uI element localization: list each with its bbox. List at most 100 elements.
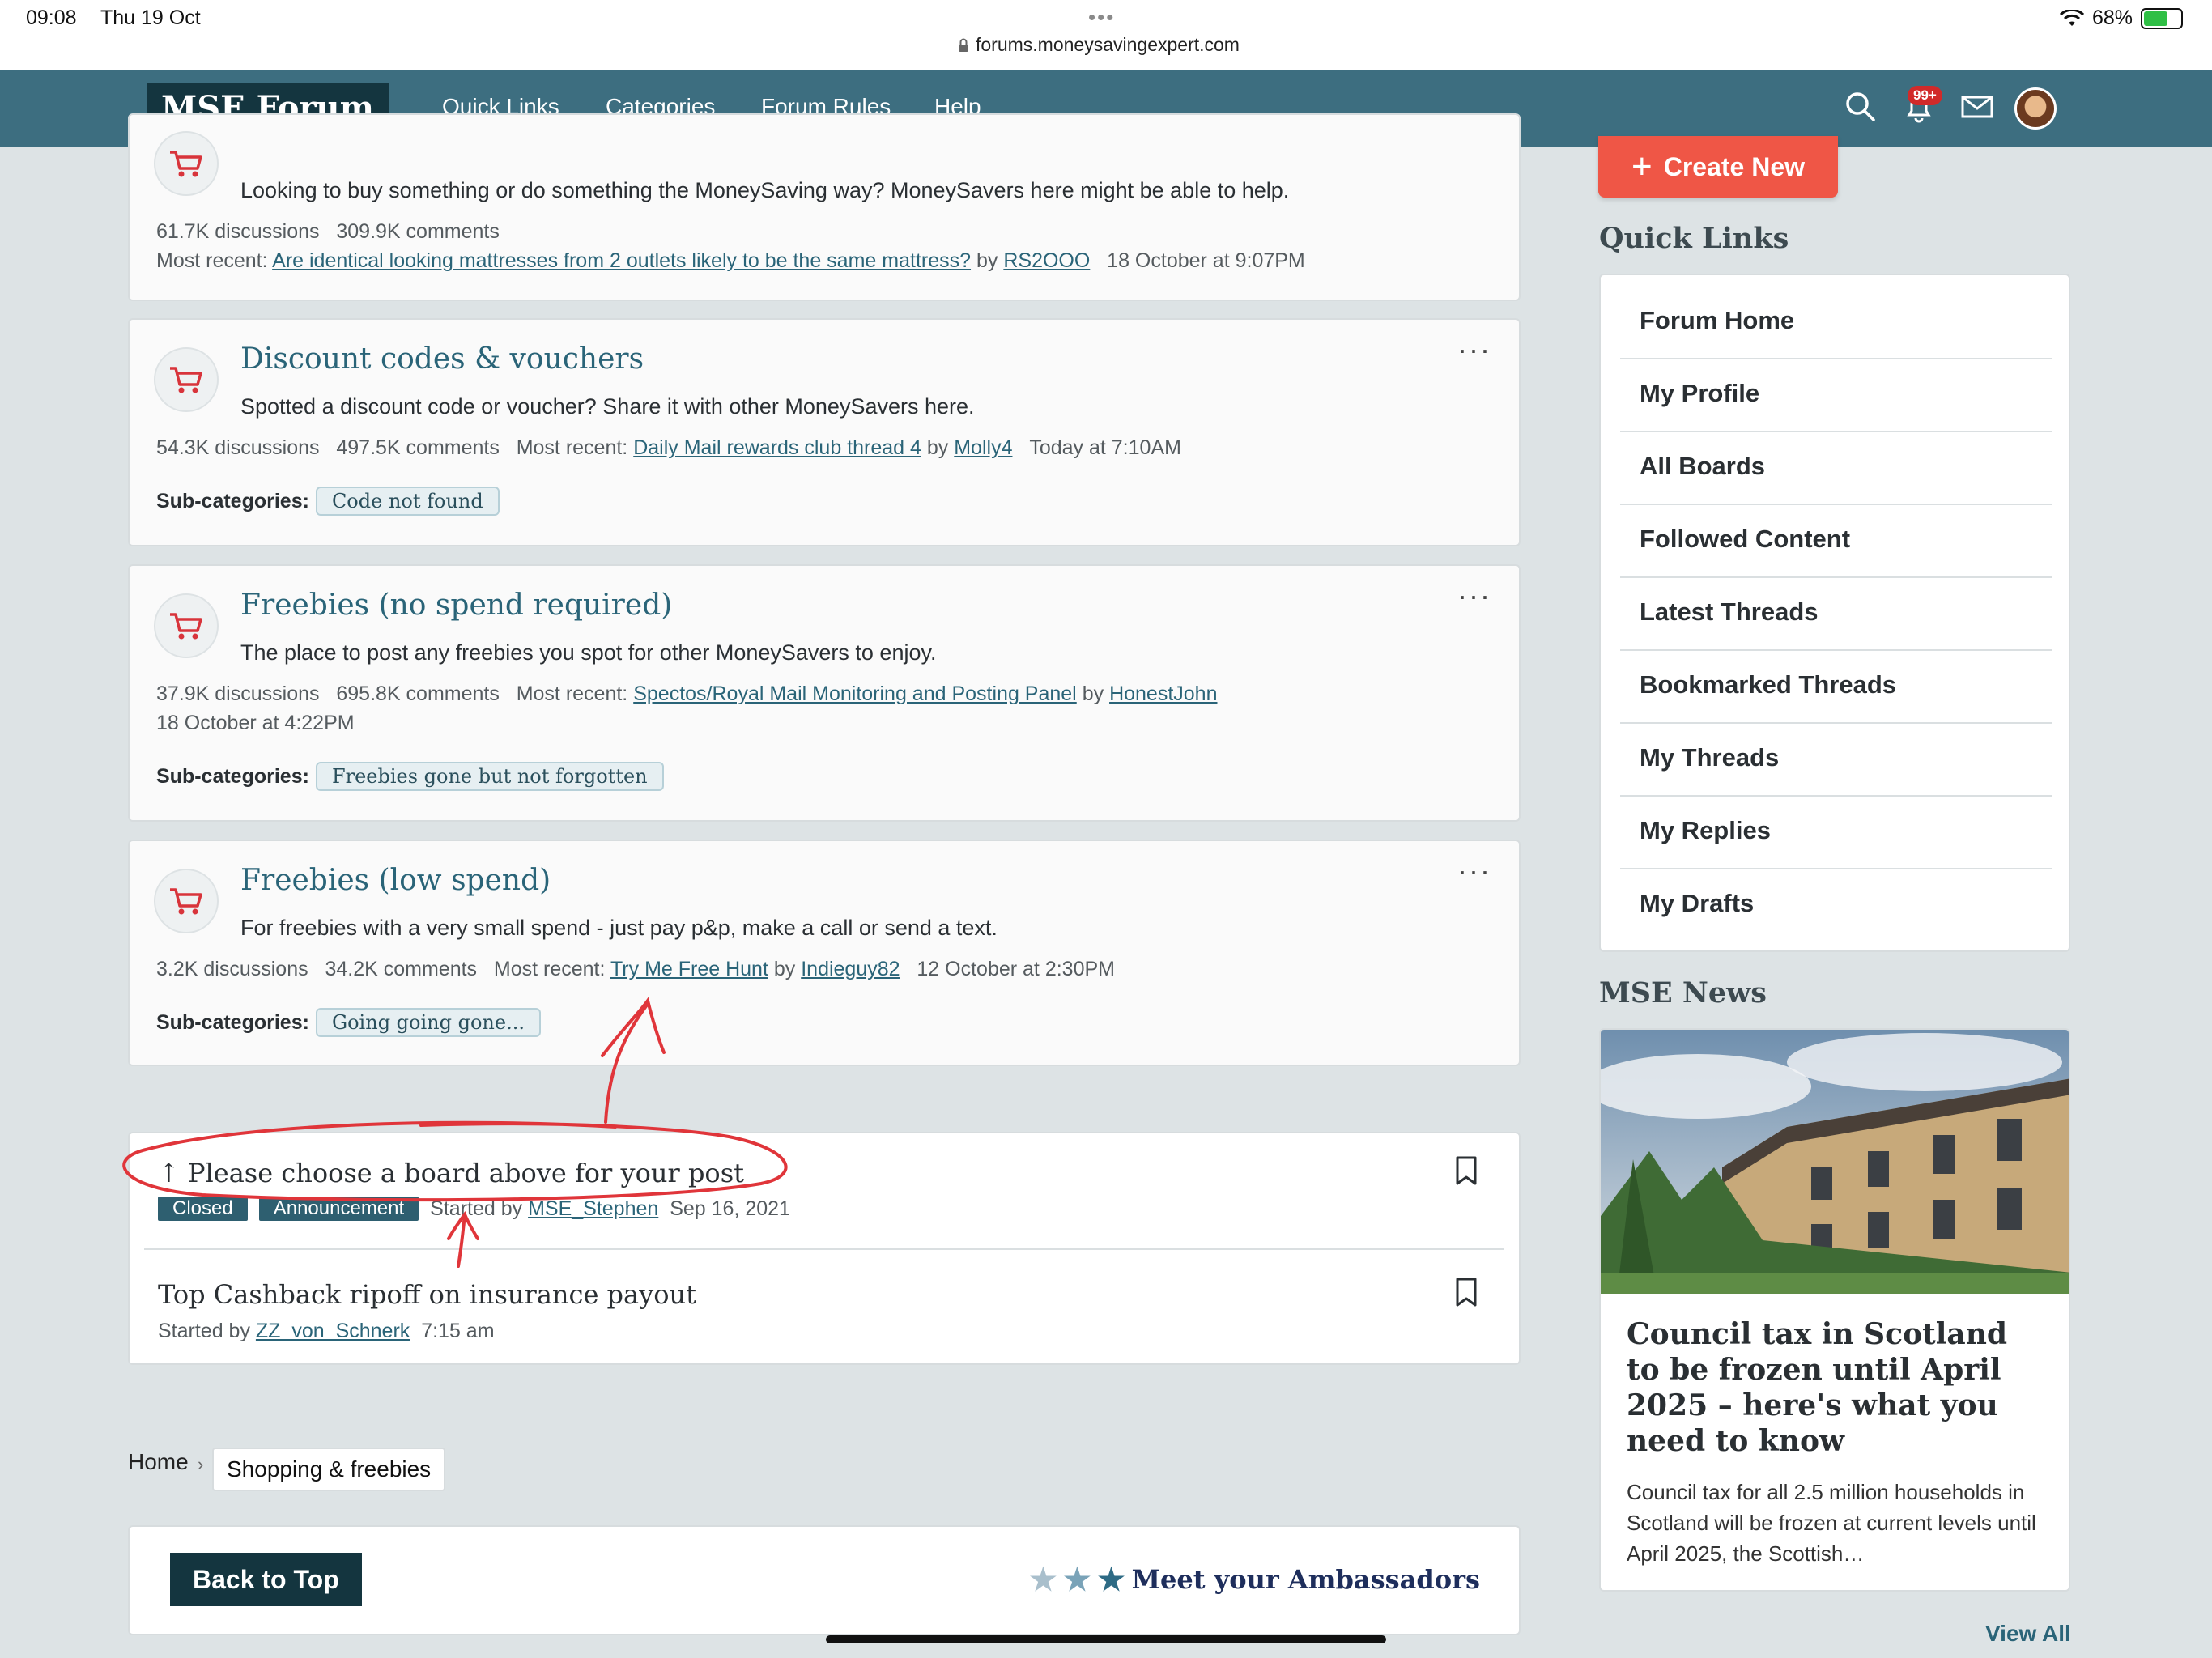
cart-icon	[154, 347, 219, 412]
thread-title[interactable]: ↑ Please choose a board above for your p…	[158, 1158, 744, 1188]
cart-icon	[154, 131, 219, 196]
more-options-icon[interactable]: ···	[1457, 854, 1491, 888]
category-description: The place to post any freebies you spot …	[240, 640, 937, 665]
recent-user-link[interactable]: Indieguy82	[801, 958, 900, 980]
category-card[interactable]: Looking to buy something or do something…	[128, 113, 1521, 301]
category-card[interactable]: Discount codes & vouchers ··· Spotted a …	[128, 318, 1521, 546]
recent-user-link[interactable]: RS2OOO	[1003, 249, 1090, 272]
plus-icon: +	[1631, 147, 1653, 186]
divider	[1620, 795, 2052, 797]
category-title[interactable]: Freebies (no spend required)	[240, 589, 672, 622]
create-new-button[interactable]: + Create New	[1598, 136, 1838, 198]
recent-user-link[interactable]: Molly4	[954, 436, 1012, 459]
lock-icon	[959, 38, 968, 52]
subcategory-chip[interactable]: Code not found	[315, 487, 500, 516]
divider	[1620, 722, 2052, 724]
thread-author-link[interactable]: ZZ_von_Schnerk	[256, 1320, 410, 1342]
more-options-icon[interactable]: ···	[1457, 579, 1491, 613]
quick-links-panel: Forum Home My Profile All Boards Followe…	[1599, 274, 2070, 952]
star-icon: ★	[1029, 1561, 1057, 1597]
category-description: For freebies with a very small spend - j…	[240, 916, 998, 940]
star-icon: ★	[1097, 1561, 1125, 1597]
star-icon: ★	[1063, 1561, 1091, 1597]
mail-icon[interactable]	[1958, 87, 1997, 126]
subcategories-label: Sub-categories:	[156, 489, 309, 512]
back-to-top-button[interactable]: Back to Top	[170, 1553, 362, 1606]
browser-more-icon[interactable]: •••	[1088, 5, 1115, 30]
divider	[1620, 431, 2052, 432]
battery-percent: 68%	[2091, 6, 2133, 29]
more-options-icon[interactable]: ···	[1457, 333, 1491, 367]
recent-thread-link[interactable]: Daily Mail rewards club thread 4	[633, 436, 921, 459]
url-text: forums.moneysavingexpert.com	[976, 34, 1240, 55]
breadcrumb-current[interactable]: Shopping & freebies	[212, 1448, 446, 1491]
announcement-tag: Announcement	[258, 1197, 419, 1221]
bookmark-icon[interactable]	[1454, 1278, 1478, 1307]
view-all-link[interactable]: View All	[1985, 1621, 2071, 1647]
category-meta: 37.9K discussions 695.8K comments Most r…	[156, 682, 1218, 705]
breadcrumb-separator: ›	[198, 1454, 204, 1474]
subcategories: Sub-categories: Going going gone...	[156, 1008, 541, 1037]
divider	[1620, 576, 2052, 578]
subcategories: Sub-categories: Freebies gone but not fo…	[156, 762, 664, 791]
quick-link-forum-home[interactable]: Forum Home	[1640, 306, 2051, 335]
subcategories: Sub-categories: Code not found	[156, 487, 500, 516]
news-heading: MSE News	[1599, 976, 1767, 1010]
category-meta: 3.2K discussions 34.2K comments Most rec…	[156, 958, 1115, 980]
search-icon[interactable]	[1841, 87, 1880, 126]
battery-icon	[2141, 7, 2183, 29]
category-title[interactable]: Discount codes & vouchers	[240, 342, 644, 376]
user-avatar[interactable]	[2014, 87, 2057, 130]
footer-bar: Back to Top ★ ★ ★ Meet your Ambassadors	[128, 1525, 1521, 1635]
divider	[1620, 868, 2052, 869]
ambassadors-link[interactable]: ★ ★ ★ Meet your Ambassadors	[1029, 1561, 1480, 1597]
quick-link-my-profile[interactable]: My Profile	[1640, 379, 2051, 408]
bookmark-icon[interactable]	[1454, 1156, 1478, 1185]
quick-link-followed-content[interactable]: Followed Content	[1640, 525, 2051, 554]
status-time: 09:08	[26, 6, 77, 29]
divider	[1620, 649, 2052, 651]
create-new-label: Create New	[1663, 151, 1805, 181]
recent-thread-link[interactable]: Are identical looking mattresses from 2 …	[272, 249, 971, 272]
news-card[interactable]: Council tax in Scotland to be frozen unt…	[1599, 1028, 2070, 1592]
quick-link-my-replies[interactable]: My Replies	[1640, 816, 2051, 845]
notification-badge: 99+	[1908, 86, 1942, 105]
category-stats: 61.7K discussions 309.9K comments	[156, 220, 500, 243]
recent-thread-link[interactable]: Spectos/Royal Mail Monitoring and Postin…	[633, 682, 1077, 705]
category-recent: Most recent: Are identical looking mattr…	[156, 249, 1305, 272]
news-title[interactable]: Council tax in Scotland to be frozen unt…	[1627, 1316, 2048, 1459]
news-image	[1601, 1030, 2069, 1294]
quick-link-latest-threads[interactable]: Latest Threads	[1640, 597, 2051, 627]
quick-links-heading: Quick Links	[1599, 222, 1789, 255]
home-indicator[interactable]	[826, 1635, 1386, 1643]
divider	[144, 1248, 1504, 1250]
category-card[interactable]: Freebies (no spend required) ··· The pla…	[128, 564, 1521, 822]
category-description: Looking to buy something or do something…	[240, 178, 1290, 202]
category-description: Spotted a discount code or voucher? Shar…	[240, 394, 975, 419]
subcategory-chip[interactable]: Freebies gone but not forgotten	[315, 762, 664, 791]
quick-link-my-threads[interactable]: My Threads	[1640, 743, 2051, 772]
closed-tag: Closed	[158, 1197, 248, 1221]
thread-meta: Closed Announcement Started by MSE_Steph…	[158, 1197, 790, 1221]
cart-icon	[154, 869, 219, 933]
address-bar[interactable]: forums.moneysavingexpert.com	[958, 34, 1240, 56]
thread-title[interactable]: Top Cashback ripoff on insurance payout	[158, 1279, 696, 1310]
category-title[interactable]: Freebies (low spend)	[240, 864, 551, 897]
category-card[interactable]: Freebies (low spend) ··· For freebies wi…	[128, 840, 1521, 1066]
quick-link-all-boards[interactable]: All Boards	[1640, 452, 2051, 481]
status-bar: 09:08 Thu 19 Oct ••• forums.moneysavinge…	[0, 0, 2212, 70]
category-recent-time: 18 October at 4:22PM	[156, 712, 355, 734]
recent-thread-link[interactable]: Try Me Free Hunt	[610, 958, 768, 980]
subcategories-label: Sub-categories:	[156, 764, 309, 788]
wifi-icon	[2059, 9, 2084, 26]
recent-user-link[interactable]: HonestJohn	[1109, 682, 1217, 705]
breadcrumb-home[interactable]: Home	[128, 1449, 189, 1475]
news-summary: Council tax for all 2.5 million househol…	[1627, 1480, 2036, 1566]
quick-link-my-drafts[interactable]: My Drafts	[1640, 889, 2051, 918]
ambassadors-label: Meet your Ambassadors	[1131, 1563, 1480, 1595]
thread-author-link[interactable]: MSE_Stephen	[528, 1197, 658, 1220]
subcategory-chip[interactable]: Going going gone...	[315, 1008, 541, 1037]
category-meta: 54.3K discussions 497.5K comments Most r…	[156, 436, 1181, 459]
divider	[1620, 504, 2052, 505]
quick-link-bookmarked-threads[interactable]: Bookmarked Threads	[1640, 670, 2051, 699]
